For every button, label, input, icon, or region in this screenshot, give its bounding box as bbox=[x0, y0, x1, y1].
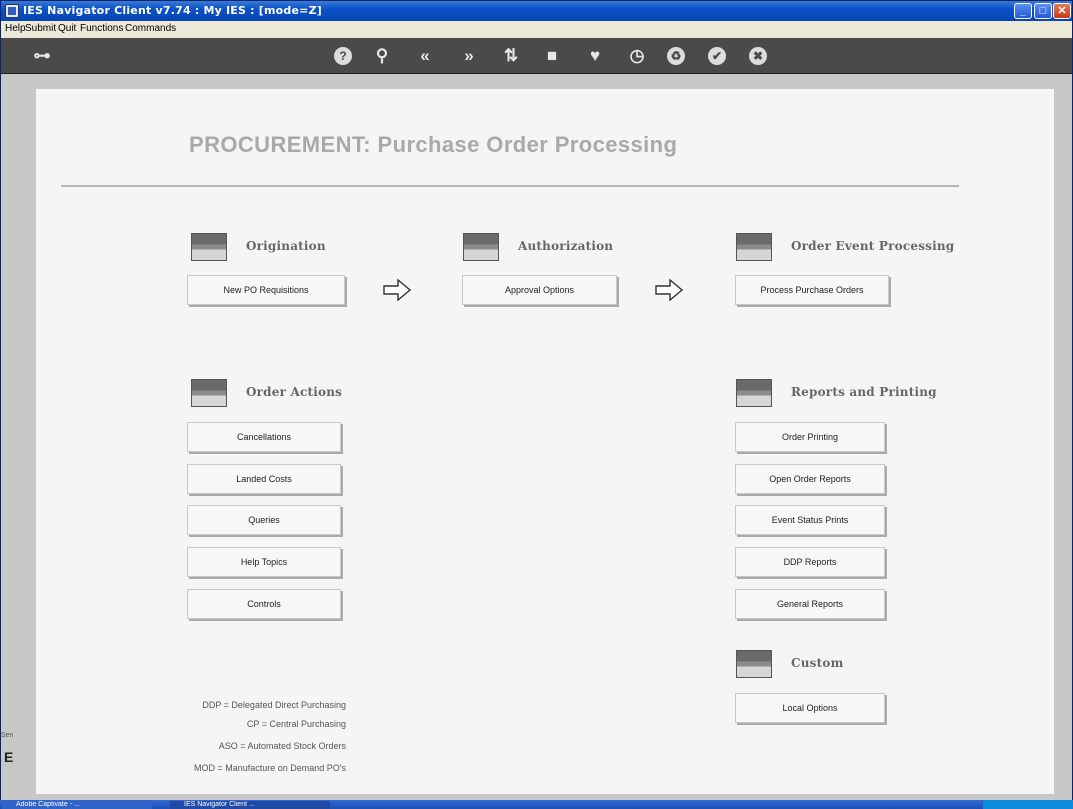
section-icon bbox=[736, 379, 772, 407]
approval-options-button[interactable]: Approval Options bbox=[462, 275, 617, 305]
check-icon[interactable]: ✔ bbox=[708, 47, 726, 65]
menu-help[interactable]: Help bbox=[5, 23, 26, 34]
landed-costs-button[interactable]: Landed Costs bbox=[187, 464, 341, 494]
close-icon[interactable]: ✖ bbox=[749, 47, 767, 65]
arrow-right-icon bbox=[655, 278, 684, 302]
open-order-reports-button[interactable]: Open Order Reports bbox=[735, 464, 885, 494]
clock-icon[interactable]: ◷ bbox=[625, 44, 649, 68]
order-printing-button[interactable]: Order Printing bbox=[735, 422, 885, 452]
section-icon bbox=[191, 233, 227, 261]
legend-aso: ASO = Automated Stock Orders bbox=[218, 741, 346, 751]
refresh-icon[interactable]: ♻ bbox=[667, 47, 685, 65]
section-icon bbox=[736, 233, 772, 261]
arrow-right-icon bbox=[383, 278, 412, 302]
legend-mod: MOD = Manufacture on Demand PO's bbox=[193, 763, 346, 773]
minimize-button[interactable]: _ bbox=[1014, 3, 1032, 19]
controls-button[interactable]: Controls bbox=[187, 589, 341, 619]
help-icon[interactable]: ? bbox=[334, 47, 352, 65]
fast-forward-icon[interactable]: » bbox=[457, 44, 481, 68]
section-label: Custom bbox=[791, 656, 844, 670]
section-label: Authorization bbox=[518, 239, 614, 253]
process-purchase-orders-button[interactable]: Process Purchase Orders bbox=[735, 275, 889, 305]
local-options-button[interactable]: Local Options bbox=[735, 693, 885, 723]
section-label: Origination bbox=[246, 239, 326, 253]
toolbar: ⊶ ? ⚲ « » ⇅ ■ ♥ ◷ ♻ ✔ ✖ bbox=[1, 38, 1072, 74]
section-icon bbox=[736, 650, 772, 678]
edge-character: E bbox=[4, 749, 14, 765]
taskbar: Adobe Captivate - ... IES Navigator Clie… bbox=[0, 800, 1073, 809]
close-window-button[interactable]: ✕ bbox=[1053, 3, 1071, 19]
section-label: Reports and Printing bbox=[791, 385, 937, 399]
app-icon bbox=[5, 4, 19, 18]
menu-functions[interactable]: Functions bbox=[80, 23, 123, 34]
app-window: IES Navigator Client v7.74 : My IES : [m… bbox=[0, 0, 1073, 801]
section-icon bbox=[191, 379, 227, 407]
legend-cp: CP = Central Purchasing bbox=[246, 719, 346, 729]
cancellations-button[interactable]: Cancellations bbox=[187, 422, 341, 452]
menu-quit[interactable]: Quit bbox=[58, 23, 76, 34]
event-status-prints-button[interactable]: Event Status Prints bbox=[735, 505, 885, 535]
stop-icon[interactable]: ■ bbox=[540, 44, 564, 68]
taskbar-item[interactable]: Adobe Captivate - ... bbox=[2, 801, 152, 809]
section-icon bbox=[463, 233, 499, 261]
legend-ddp: DDP = Delegated Direct Purchasing bbox=[202, 700, 346, 710]
new-po-requisitions-button[interactable]: New PO Requisitions bbox=[187, 275, 345, 305]
section-label: Order Event Processing bbox=[791, 239, 955, 253]
ddp-reports-button[interactable]: DDP Reports bbox=[735, 547, 885, 577]
heart-icon[interactable]: ♥ bbox=[583, 44, 607, 68]
title-bar[interactable]: IES Navigator Client v7.74 : My IES : [m… bbox=[1, 1, 1072, 21]
window-title: IES Navigator Client v7.74 : My IES : [m… bbox=[23, 4, 322, 17]
edge-label: Sen bbox=[1, 732, 14, 739]
maximize-button[interactable]: □ bbox=[1034, 3, 1052, 19]
general-reports-button[interactable]: General Reports bbox=[735, 589, 885, 619]
page-title: PROCUREMENT: Purchase Order Processing bbox=[189, 132, 678, 157]
search-icon[interactable]: ⚲ bbox=[370, 44, 394, 68]
menu-submit[interactable]: Submit bbox=[25, 23, 56, 34]
key-icon[interactable]: ⊶ bbox=[30, 44, 54, 68]
section-label: Order Actions bbox=[246, 385, 343, 399]
title-divider bbox=[61, 185, 959, 187]
rewind-icon[interactable]: « bbox=[413, 44, 437, 68]
system-tray bbox=[983, 800, 1073, 809]
help-topics-button[interactable]: Help Topics bbox=[187, 547, 341, 577]
sort-icon[interactable]: ⇅ bbox=[499, 44, 523, 68]
queries-button[interactable]: Queries bbox=[187, 505, 341, 535]
menu-bar: Help Submit Quit Functions Commands bbox=[1, 21, 1072, 38]
menu-commands[interactable]: Commands bbox=[125, 23, 176, 34]
taskbar-item[interactable]: IES Navigator Client ... bbox=[170, 801, 330, 809]
